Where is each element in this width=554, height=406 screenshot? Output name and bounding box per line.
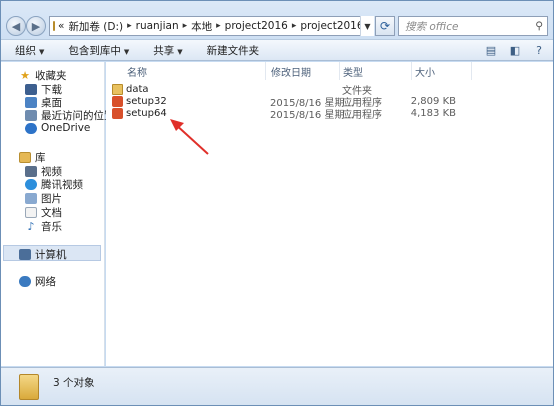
documents-icon	[25, 207, 37, 218]
file-list: 名称 修改日期 类型 大小 data 文件夹 setup32 2015/8/16…	[106, 62, 553, 366]
share-label: 共享	[153, 44, 175, 57]
nav-network[interactable]: 网络	[19, 274, 56, 289]
search-icon: ⚲	[535, 20, 543, 32]
nav-pictures[interactable]: 图片	[25, 191, 62, 206]
tencent-video-icon	[25, 179, 37, 190]
chevron-right-icon: ▸	[291, 21, 297, 31]
organize-label: 组织	[15, 44, 36, 57]
nav-documents[interactable]: 文档	[25, 205, 62, 220]
forward-button[interactable]: ▶	[26, 16, 46, 36]
desktop-icon	[25, 97, 37, 108]
nav-favorites[interactable]: ★ 收藏夹	[19, 68, 67, 83]
status-bar: 3 个对象	[1, 367, 553, 405]
nav-onedrive-label: OneDrive	[41, 122, 91, 134]
explorer-window: ◀ ▶ « 新加卷 (D:) ▸ ruanjian ▸ 本地 ▸ project…	[0, 0, 554, 406]
downloads-icon	[25, 84, 37, 95]
nav-onedrive[interactable]: OneDrive	[25, 122, 90, 134]
search-placeholder: 搜索 office	[405, 20, 459, 33]
refresh-icon: ⟳	[379, 19, 391, 33]
address-row: ◀ ▶ « 新加卷 (D:) ▸ ruanjian ▸ 本地 ▸ project…	[1, 1, 553, 37]
chevron-down-icon: ▼	[39, 47, 45, 56]
nav-documents-label: 文档	[41, 207, 62, 219]
nav-library[interactable]: 库	[19, 150, 46, 165]
breadcrumb-project2016-a[interactable]: project2016	[225, 20, 288, 32]
navigation-pane: ★ 收藏夹 下载 桌面 最近访问的位置 OneDrive 库 视频 腾讯视频 图…	[1, 62, 115, 366]
command-bar: 组织 ▼ 包含到库中 ▼ 共享 ▼ 新建文件夹 ▤ ◧ ?	[1, 39, 553, 61]
folder-icon	[53, 21, 55, 31]
nav-favorites-label: 收藏夹	[35, 70, 67, 82]
nav-pictures-label: 图片	[41, 193, 62, 205]
nav-music-label: 音乐	[41, 221, 62, 233]
chevron-down-icon: ▼	[177, 47, 183, 56]
breadcrumb-project2016-b[interactable]: project2016	[300, 20, 363, 32]
address-prefix: «	[58, 20, 65, 32]
refresh-button[interactable]: ⟳	[375, 16, 395, 36]
organize-button[interactable]: 组织 ▼	[1, 43, 54, 58]
address-bar[interactable]: « 新加卷 (D:) ▸ ruanjian ▸ 本地 ▸ project2016…	[49, 16, 374, 36]
chevron-right-icon: ▸	[182, 21, 188, 31]
onedrive-icon	[25, 122, 37, 134]
share-button[interactable]: 共享 ▼	[139, 43, 192, 58]
back-arrow-icon: ◀	[11, 19, 21, 33]
recent-places-icon	[25, 110, 37, 121]
music-icon: ♪	[27, 220, 35, 233]
computer-icon	[19, 249, 31, 260]
nav-recent[interactable]: 最近访问的位置	[25, 108, 115, 123]
nav-computer[interactable]: 计算机	[19, 247, 67, 262]
chevron-right-icon: ▸	[127, 21, 132, 31]
chevron-right-icon: ▸	[216, 21, 221, 31]
video-icon	[25, 166, 37, 177]
view-controls: ▤ ◧ ?	[483, 43, 547, 58]
breadcrumb-local[interactable]: 本地	[191, 19, 212, 34]
folder-icon	[19, 374, 39, 400]
annotation-arrow	[170, 119, 209, 155]
nav-tencent-video-label: 腾讯视频	[41, 179, 83, 191]
breadcrumb-drive[interactable]: 新加卷 (D:)	[68, 19, 123, 34]
nav-recent-label: 最近访问的位置	[41, 110, 115, 122]
address-dropdown-button[interactable]: ▼	[360, 16, 374, 36]
include-in-library-button[interactable]: 包含到库中 ▼	[54, 43, 139, 58]
nav-music[interactable]: ♪ 音乐	[25, 219, 62, 234]
pictures-icon	[25, 193, 37, 204]
network-icon	[19, 276, 31, 287]
breadcrumb-ruanjian[interactable]: ruanjian	[136, 20, 179, 32]
nav-tencent-video[interactable]: 腾讯视频	[25, 177, 83, 192]
nav-computer-label: 计算机	[35, 249, 67, 261]
search-input[interactable]: 搜索 office ⚲	[398, 16, 548, 36]
star-icon: ★	[20, 69, 30, 82]
chevron-down-icon: ▼	[364, 21, 371, 31]
include-label: 包含到库中	[68, 44, 121, 57]
library-icon	[19, 152, 31, 163]
preview-pane-icon[interactable]: ◧	[507, 43, 523, 58]
nav-library-label: 库	[35, 152, 46, 164]
item-count: 3 个对象	[53, 377, 95, 389]
help-icon[interactable]: ?	[531, 43, 547, 58]
new-folder-button[interactable]: 新建文件夹	[193, 43, 270, 58]
nav-network-label: 网络	[35, 276, 56, 288]
chevron-down-icon: ▼	[123, 47, 130, 56]
back-button[interactable]: ◀	[6, 16, 26, 36]
view-options-icon[interactable]: ▤	[483, 43, 499, 58]
forward-arrow-icon: ▶	[31, 19, 41, 33]
